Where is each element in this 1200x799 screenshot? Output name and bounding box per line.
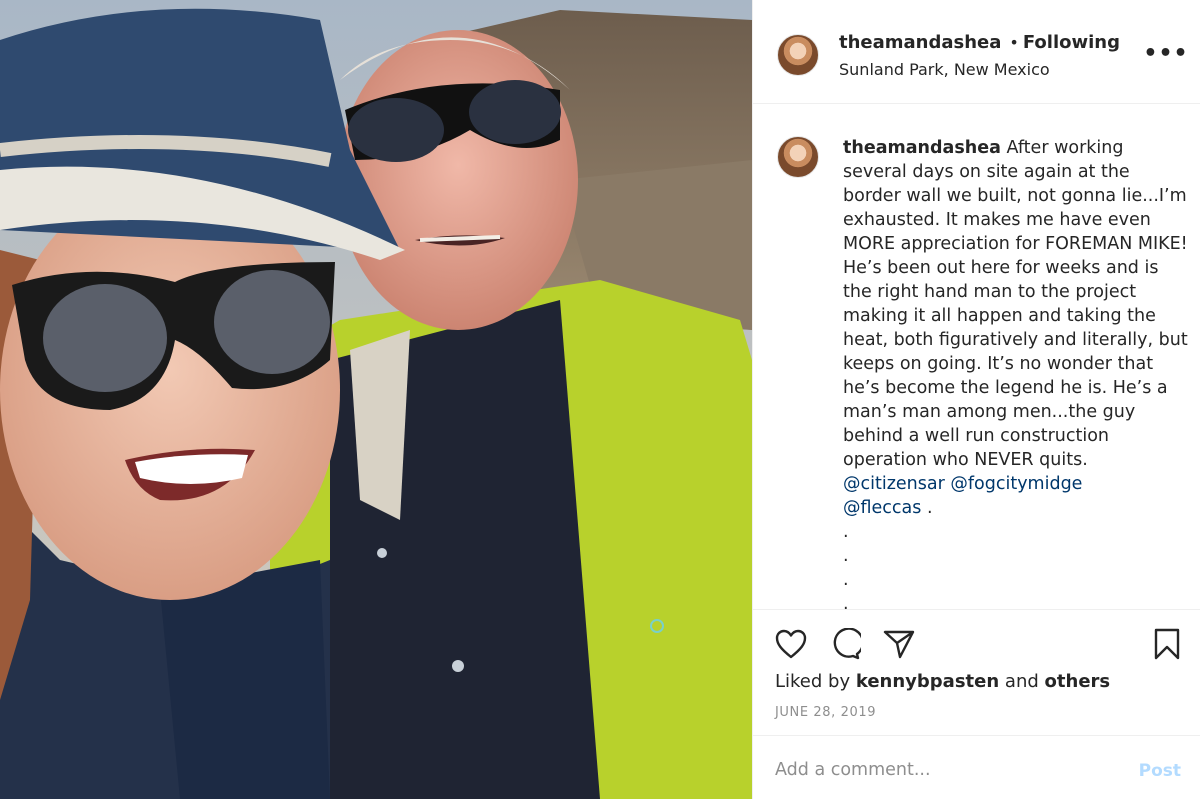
caption-dots: . . . . (843, 520, 1189, 616)
heart-icon-svg (775, 629, 807, 659)
selfie-illustration (0, 0, 752, 799)
bookmark-icon[interactable] (1149, 626, 1185, 662)
post-date[interactable]: JUNE 28, 2019 (775, 705, 876, 720)
comment-bubble-icon[interactable] (827, 626, 863, 662)
likes-prefix: Liked by (775, 671, 851, 692)
more-options-icon[interactable]: ••• (1143, 40, 1187, 66)
liked-by-others[interactable]: others (1045, 671, 1111, 692)
caption-section: theamandashea After working several days… (753, 104, 1200, 614)
post-comment-button[interactable]: Post (1139, 761, 1181, 781)
caption-trailing-period: . (926, 498, 933, 518)
comment-input[interactable] (775, 757, 1115, 783)
caption-body: After working several days on site again… (843, 138, 1188, 470)
following-button[interactable]: Following (1023, 32, 1120, 53)
likes-summary: Liked by kennybpasten and others (775, 671, 1110, 692)
caption-dot: . (843, 546, 849, 566)
post-detail-panel: theamandashea • Following Sunland Park, Ne… (752, 0, 1200, 799)
caption-dot: . (843, 522, 849, 542)
author-username[interactable]: theamandashea (839, 32, 1001, 53)
post-header: theamandashea • Following Sunland Park, Ne… (753, 0, 1200, 104)
post-actions: Liked by kennybpasten and others JUNE 28… (753, 610, 1200, 736)
heart-icon[interactable] (773, 626, 809, 662)
caption-dot: . (843, 570, 849, 590)
caption-text: theamandashea After working several days… (843, 136, 1189, 616)
mention-fleccas[interactable]: @fleccas (843, 498, 921, 518)
author-line: theamandashea • Following (839, 32, 1120, 53)
post-location[interactable]: Sunland Park, New Mexico (839, 60, 1050, 79)
mention-citizensar[interactable]: @citizensar (843, 474, 945, 494)
caption-author-avatar[interactable] (777, 136, 819, 178)
separator-dot: • (1009, 33, 1019, 52)
bookmark-icon-svg (1154, 628, 1180, 660)
comment-icon-svg (833, 628, 861, 660)
likes-connector: and (1004, 671, 1039, 692)
paper-plane-icon[interactable] (881, 626, 917, 662)
author-avatar[interactable] (777, 34, 819, 76)
caption-username[interactable]: theamandashea (843, 138, 1001, 158)
post-photo[interactable] (0, 0, 752, 799)
comment-bar: Post (753, 737, 1200, 799)
liked-by-user[interactable]: kennybpasten (856, 671, 999, 692)
mention-fogcitymidge[interactable]: @fogcitymidge (950, 474, 1082, 494)
share-icon-svg (883, 630, 915, 659)
